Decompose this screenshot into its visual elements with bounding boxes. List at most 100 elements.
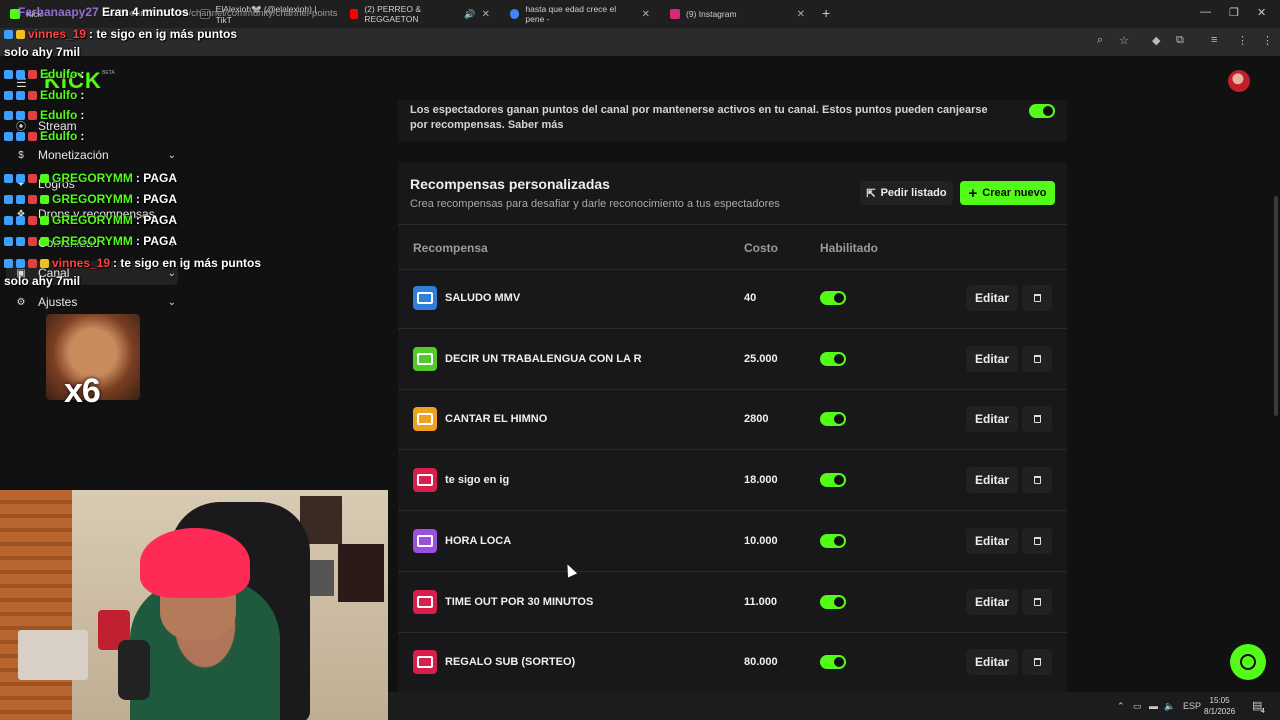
chat-line: Edulfo : [4,88,84,102]
badge-icon [28,258,37,268]
column-header-enabled: Habilitado [820,241,879,255]
minimize-icon[interactable]: — [1200,6,1211,18]
sidebar-item-monetization[interactable]: $ Monetización ⌄ [14,148,176,162]
delete-button[interactable] [1022,528,1052,554]
edit-button[interactable]: Editar [966,528,1018,554]
chat-support-button[interactable] [1230,644,1266,680]
volume-icon[interactable]: 🔈 [1164,701,1175,712]
close-tab-icon[interactable]: ✕ [642,9,650,20]
chat-text: : PAGA [135,234,177,248]
reward-cost: 18.000 [744,474,778,486]
tab-youtube[interactable]: (2) PERREO & REGGAETON 🔊 ✕ [340,0,500,28]
reward-enabled-toggle[interactable] [820,473,846,487]
profile-icon[interactable]: ⋮ [1237,34,1248,47]
reward-enabled-toggle[interactable] [820,534,846,548]
delete-button[interactable] [1022,346,1052,372]
plus-icon: + [968,184,978,202]
tab-google[interactable]: hasta que edad crece el pene - ✕ [500,0,660,28]
divider [398,269,1067,270]
chat-user: GREGORYMM [52,171,133,185]
edit-button[interactable]: Editar [966,589,1018,615]
chat-line: Edulfo : [4,108,84,122]
puzzle-icon[interactable]: ⧉ [1176,34,1184,47]
badge-icon [16,236,25,246]
cam-poster [338,544,384,602]
badge-icon [16,173,25,183]
close-tab-icon[interactable]: ✕ [797,9,805,20]
crown-icon [40,258,49,268]
badge-icon [16,194,25,204]
badge-icon [4,173,13,183]
divider [398,510,1067,511]
badge-icon [28,173,37,183]
reward-name: REGALO SUB (SORTEO) [445,656,576,668]
delete-button[interactable] [1022,467,1052,493]
gear-icon: ⚙ [16,296,26,308]
badge-icon [28,90,37,100]
badge-icon [4,110,13,120]
badge-icon [4,131,13,141]
new-tab-icon[interactable]: + [822,5,830,21]
scrollbar[interactable] [1274,196,1278,416]
reward-name: TIME OUT POR 30 MINUTOS [445,596,594,608]
chevron-down-icon: ⌄ [167,149,176,161]
badge-icon [28,131,37,141]
reward-enabled-toggle[interactable] [820,655,846,669]
cam-microphone [118,640,150,700]
clock-time: 15:05 [1209,696,1230,705]
zoom-icon[interactable]: ⌕ [1097,34,1103,47]
extension-icon[interactable]: ◆ [1152,34,1160,47]
youtube-favicon [350,9,359,19]
edit-button[interactable]: Editar [966,346,1018,372]
avatar[interactable] [1228,70,1250,92]
overlay-top-message: Eran 4 minutos [102,5,189,19]
delete-button[interactable] [1022,285,1052,311]
badge-icon [4,236,13,246]
chat-line: GREGORYMM : PAGA [4,171,177,185]
headset-icon [1240,654,1256,670]
badge-icon [4,194,13,204]
reward-icon [413,286,437,310]
battery-icon[interactable]: ▬ [1149,701,1158,711]
badge-icon [4,69,13,79]
tab-instagram[interactable]: (9) Instagram ✕ [660,0,815,28]
chat-text: : PAGA [135,192,177,206]
bookmark-star-icon[interactable]: ☆ [1119,34,1129,47]
badge-icon [4,90,13,100]
network-icon[interactable]: ▭ [1133,701,1142,712]
crown-icon [16,29,25,39]
chat-line: Edulfo : [4,129,84,143]
delete-button[interactable] [1022,589,1052,615]
edit-button[interactable]: Editar [966,649,1018,675]
close-window-icon[interactable]: ✕ [1257,6,1266,19]
trash-icon [1033,294,1041,302]
channel-points-toggle[interactable] [1029,104,1055,118]
rewards-title: Recompensas personalizadas [410,176,610,192]
media-icon[interactable]: ≡ [1211,34,1217,46]
webcam-feed [0,490,388,720]
delete-button[interactable] [1022,406,1052,432]
menu-icon[interactable]: ⋮ [1262,34,1273,47]
notification-count: 4 [1261,708,1265,715]
tray-chevron-icon[interactable]: ⌃ [1117,701,1125,712]
close-tab-icon[interactable]: ✕ [482,9,490,20]
sidebar-item-settings[interactable]: ⚙ Ajustes ⌄ [14,295,176,309]
reward-enabled-toggle[interactable] [820,595,846,609]
create-new-button[interactable]: + Crear nuevo [960,181,1055,205]
reward-enabled-toggle[interactable] [820,291,846,305]
system-clock[interactable]: 15:05 8/1/2026 [1204,695,1235,717]
edit-button[interactable]: Editar [966,285,1018,311]
language-indicator[interactable]: ESP [1183,701,1201,711]
edit-button[interactable]: Editar [966,467,1018,493]
external-link-icon: ⇱ [866,187,876,200]
request-list-button[interactable]: ⇱ Pedir listado [860,181,953,205]
chevron-down-icon: ⌄ [167,296,176,308]
edit-button[interactable]: Editar [966,406,1018,432]
reward-enabled-toggle[interactable] [820,352,846,366]
dollar-icon: $ [18,149,24,161]
delete-button[interactable] [1022,649,1052,675]
badge-icon [40,236,49,246]
badge-icon [16,215,25,225]
restore-icon[interactable]: ❐ [1229,6,1239,19]
reward-enabled-toggle[interactable] [820,412,846,426]
